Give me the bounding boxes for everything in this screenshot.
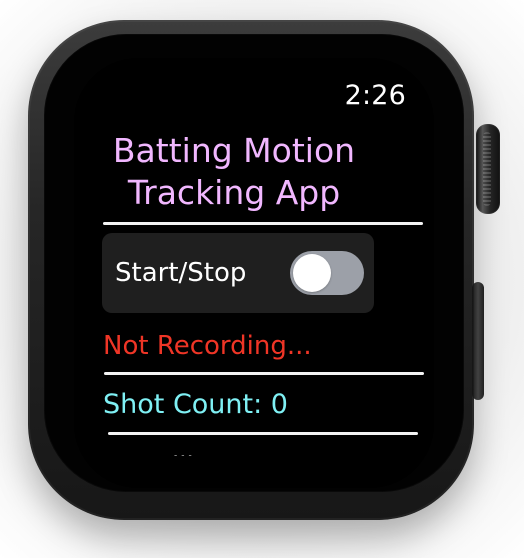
partial-offscreen-label: iliu Maat bbox=[172, 452, 283, 482]
status-divider bbox=[104, 372, 424, 375]
recording-status: Not Recording... bbox=[103, 331, 312, 361]
start-stop-toggle-row[interactable]: Start/Stop bbox=[102, 233, 374, 313]
start-stop-label: Start/Stop bbox=[115, 258, 247, 288]
start-stop-switch-thumb bbox=[293, 254, 331, 292]
app-title: Batting Motion Tracking App bbox=[112, 131, 356, 212]
start-stop-switch[interactable] bbox=[290, 251, 364, 295]
side-button-icon[interactable] bbox=[472, 282, 484, 400]
shot-count: Shot Count: 0 bbox=[103, 389, 288, 420]
page-canvas: 2:26 Batting Motion Tracking App Start/S… bbox=[0, 0, 524, 558]
crown-icon[interactable] bbox=[476, 124, 500, 214]
status-bar-time: 2:26 bbox=[344, 80, 406, 111]
title-divider bbox=[103, 222, 423, 225]
count-divider bbox=[108, 432, 418, 435]
watch-screen: 2:26 Batting Motion Tracking App Start/S… bbox=[74, 58, 434, 488]
